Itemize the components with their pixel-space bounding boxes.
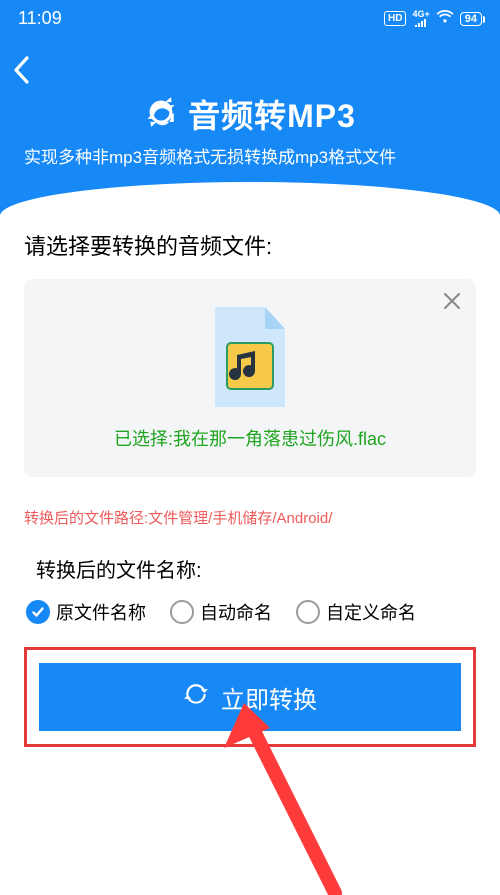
select-file-label: 请选择要转换的音频文件: xyxy=(24,229,476,261)
refresh-icon xyxy=(144,95,178,134)
radio-unchecked-icon xyxy=(170,600,194,624)
battery-badge: 94 xyxy=(460,12,482,26)
selected-file-card: 已选择:我在那一角落患过伤风.flac xyxy=(24,279,476,477)
music-file-icon xyxy=(40,305,460,409)
wifi-icon xyxy=(436,10,454,27)
output-path-text: 转换后的文件路径:文件管理/手机储存/Android/ xyxy=(24,507,476,528)
radio-label: 自动命名 xyxy=(200,599,272,625)
convert-highlight-box: 立即转换 xyxy=(24,647,476,747)
hd-badge: HD xyxy=(384,11,406,26)
status-time: 11:09 xyxy=(18,8,62,29)
refresh-icon xyxy=(183,681,209,714)
radio-unchecked-icon xyxy=(296,600,320,624)
convert-button-label: 立即转换 xyxy=(221,680,317,715)
back-button[interactable] xyxy=(12,55,30,90)
radio-original-name[interactable]: 原文件名称 xyxy=(26,599,146,625)
radio-checked-icon xyxy=(26,600,50,624)
selected-file-text: 已选择:我在那一角落患过伤风.flac xyxy=(40,425,460,451)
radio-custom-name[interactable]: 自定义命名 xyxy=(296,599,416,625)
output-name-label: 转换后的文件名称: xyxy=(36,554,476,583)
radio-label: 自定义命名 xyxy=(326,599,416,625)
status-indicators: HD 4G+ 94 xyxy=(384,10,482,27)
page-subtitle: 实现多种非mp3音频格式无损转换成mp3格式文件 xyxy=(0,143,500,168)
convert-button[interactable]: 立即转换 xyxy=(39,663,461,731)
close-icon[interactable] xyxy=(442,291,462,316)
network-indicator: 4G+ xyxy=(412,10,429,27)
page-title: 音频转MP3 xyxy=(188,91,356,137)
radio-auto-name[interactable]: 自动命名 xyxy=(170,599,272,625)
radio-label: 原文件名称 xyxy=(56,599,146,625)
